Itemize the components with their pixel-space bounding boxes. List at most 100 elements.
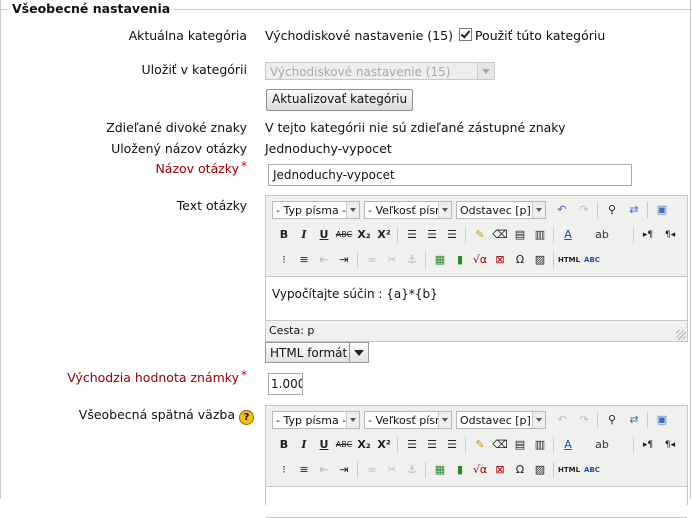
rtl-icon[interactable]: ¶◂ bbox=[660, 225, 680, 245]
feedback-font-family-select[interactable]: - Typ písma - bbox=[272, 411, 360, 429]
general-feedback-content[interactable] bbox=[266, 486, 687, 518]
align-left-icon[interactable]: ☰ bbox=[402, 225, 422, 245]
save-in-category-label: Uložiť v kategórii bbox=[141, 62, 248, 77]
editor-toolbar-row-1: - Typ písma - - Veľkosť písm Odstavec [p… bbox=[270, 199, 688, 221]
text-color-icon[interactable]: A bbox=[558, 435, 578, 455]
ltr-icon[interactable]: ▸¶ bbox=[638, 435, 658, 455]
update-category-button[interactable]: Aktualizovať kategóriu bbox=[266, 89, 414, 111]
align-left-icon[interactable]: ☰ bbox=[402, 435, 422, 455]
font-size-select[interactable]: - Veľkosť písm bbox=[364, 201, 452, 219]
equation-icon[interactable]: √α bbox=[470, 460, 490, 480]
eraser-icon[interactable]: ⌫ bbox=[490, 435, 510, 455]
equation-icon[interactable]: √α bbox=[470, 250, 490, 270]
paste-word-icon[interactable]: ▥ bbox=[530, 225, 550, 245]
ltr-icon[interactable]: ▸¶ bbox=[638, 225, 658, 245]
paste-text-icon[interactable]: ▤ bbox=[510, 225, 530, 245]
paste-text-icon[interactable]: ▤ bbox=[510, 435, 530, 455]
bold-icon[interactable]: B bbox=[274, 225, 294, 245]
image-icon[interactable]: ▦ bbox=[430, 460, 450, 480]
table-icon[interactable]: ▨ bbox=[530, 250, 550, 270]
subscript-icon[interactable]: X₂ bbox=[354, 435, 374, 455]
unlink-icon[interactable]: ✂ bbox=[382, 460, 402, 480]
help-icon[interactable]: ? bbox=[239, 410, 254, 425]
highlight-color-icon[interactable]: ab bbox=[592, 225, 612, 245]
media-icon[interactable]: ▮ bbox=[450, 460, 470, 480]
link-icon[interactable]: ∞ bbox=[362, 250, 382, 270]
outdent-icon[interactable]: ⇤ bbox=[314, 460, 334, 480]
question-text-editor: - Typ písma - - Veľkosť písm Odstavec [p… bbox=[265, 195, 688, 342]
highlight-color-icon[interactable]: ab bbox=[592, 435, 612, 455]
bullet-list-icon[interactable]: ⁝ bbox=[274, 250, 294, 270]
text-color-icon[interactable]: A bbox=[558, 225, 578, 245]
feedback-toolbar-row-2: B I U ABC X₂ X² ☰ ☰ ☰ ✎ ⌫ ▤ ▥ A ab ▸¶ ¶◂ bbox=[270, 434, 688, 456]
superscript-icon[interactable]: X² bbox=[374, 435, 394, 455]
format-select[interactable]: HTML formát bbox=[265, 342, 369, 363]
use-category-label[interactable]: Použiť túto kategóriu bbox=[475, 28, 605, 43]
find-icon[interactable]: ⚲ bbox=[602, 200, 622, 220]
align-center-icon[interactable]: ☰ bbox=[422, 225, 442, 245]
align-center-icon[interactable]: ☰ bbox=[422, 435, 442, 455]
replace-icon[interactable]: ⇄ bbox=[624, 200, 644, 220]
outdent-icon[interactable]: ⇤ bbox=[314, 250, 334, 270]
underline-icon[interactable]: U bbox=[314, 435, 334, 455]
bold-icon[interactable]: B bbox=[274, 435, 294, 455]
undo-icon[interactable]: ↶ bbox=[552, 200, 572, 220]
italic-icon[interactable]: I bbox=[294, 225, 314, 245]
bullet-list-icon[interactable]: ⁝ bbox=[274, 460, 294, 480]
omega-icon[interactable]: Ω bbox=[510, 460, 530, 480]
general-feedback-label-text: Všeobecná spätná väzba bbox=[78, 407, 235, 422]
redo-icon[interactable]: ↷ bbox=[574, 410, 594, 430]
media-icon[interactable]: ▮ bbox=[450, 250, 470, 270]
paragraph-select[interactable]: Odstavec [p] bbox=[456, 201, 546, 219]
strikethrough-icon[interactable]: ABC bbox=[334, 225, 354, 245]
default-grade-input[interactable]: 1.000 bbox=[268, 373, 303, 395]
fullscreen-icon[interactable]: ▣ bbox=[652, 200, 672, 220]
no-link-icon[interactable]: ⊠ bbox=[490, 250, 510, 270]
underline-icon[interactable]: U bbox=[314, 225, 334, 245]
link-icon[interactable]: ∞ bbox=[362, 460, 382, 480]
feedback-font-size-select[interactable]: - Veľkosť písm bbox=[364, 411, 452, 429]
indent-icon[interactable]: ⇥ bbox=[334, 250, 354, 270]
find-icon[interactable]: ⚲ bbox=[602, 410, 622, 430]
paste-word-icon[interactable]: ▥ bbox=[530, 435, 550, 455]
indent-icon[interactable]: ⇥ bbox=[334, 460, 354, 480]
replace-icon[interactable]: ⇄ bbox=[624, 410, 644, 430]
font-family-select[interactable]: - Typ písma - bbox=[272, 201, 360, 219]
table-icon[interactable]: ▨ bbox=[530, 460, 550, 480]
question-name-input[interactable]: Jednoduchy-vypocet bbox=[268, 164, 632, 186]
align-right-icon[interactable]: ☰ bbox=[442, 435, 462, 455]
current-category-row: Východiskové nastavenie (15) Použiť túto … bbox=[265, 28, 605, 43]
question-text-content[interactable]: Vypočítajte súčin : {a}*{b} bbox=[266, 276, 687, 321]
rtl-icon[interactable]: ¶◂ bbox=[660, 435, 680, 455]
numbered-list-icon[interactable]: ≡ bbox=[294, 250, 314, 270]
align-right-icon[interactable]: ☰ bbox=[442, 225, 462, 245]
subscript-icon[interactable]: X₂ bbox=[354, 225, 374, 245]
question-text-value: Vypočítajte súčin : {a}*{b} bbox=[272, 287, 438, 301]
italic-icon[interactable]: I bbox=[294, 435, 314, 455]
eraser-icon[interactable]: ⌫ bbox=[490, 225, 510, 245]
html-source-icon[interactable]: HTML bbox=[558, 460, 580, 480]
use-category-checkbox[interactable] bbox=[458, 28, 472, 41]
image-icon[interactable]: ▦ bbox=[430, 250, 450, 270]
clean-up-icon[interactable]: ✎ bbox=[470, 225, 490, 245]
fullscreen-icon[interactable]: ▣ bbox=[652, 410, 672, 430]
strikethrough-icon[interactable]: ABC bbox=[334, 435, 354, 455]
required-icon: * bbox=[241, 159, 247, 173]
spellcheck-icon[interactable]: ABC bbox=[582, 460, 602, 480]
unlink-icon[interactable]: ✂ bbox=[382, 250, 402, 270]
spellcheck-icon[interactable]: ABC bbox=[582, 250, 602, 270]
resize-handle-icon[interactable] bbox=[676, 330, 686, 340]
shared-wildcards-label: Zdieľané divoké znaky bbox=[106, 120, 247, 135]
undo-icon[interactable]: ↶ bbox=[552, 410, 572, 430]
superscript-icon[interactable]: X² bbox=[374, 225, 394, 245]
html-source-icon[interactable]: HTML bbox=[558, 250, 580, 270]
feedback-paragraph-select[interactable]: Odstavec [p] bbox=[456, 411, 546, 429]
omega-icon[interactable]: Ω bbox=[510, 250, 530, 270]
no-link-icon[interactable]: ⊠ bbox=[490, 460, 510, 480]
anchor-icon[interactable]: ⚓ bbox=[402, 250, 422, 270]
anchor-icon[interactable]: ⚓ bbox=[402, 460, 422, 480]
numbered-list-icon[interactable]: ≡ bbox=[294, 460, 314, 480]
feedback-toolbar-row-3: ⁝ ≡ ⇤ ⇥ ∞ ✂ ⚓ ▦ ▮ √α ⊠ Ω ▨ HTML ABC bbox=[270, 459, 688, 481]
clean-up-icon[interactable]: ✎ bbox=[470, 435, 490, 455]
redo-icon[interactable]: ↷ bbox=[574, 200, 594, 220]
